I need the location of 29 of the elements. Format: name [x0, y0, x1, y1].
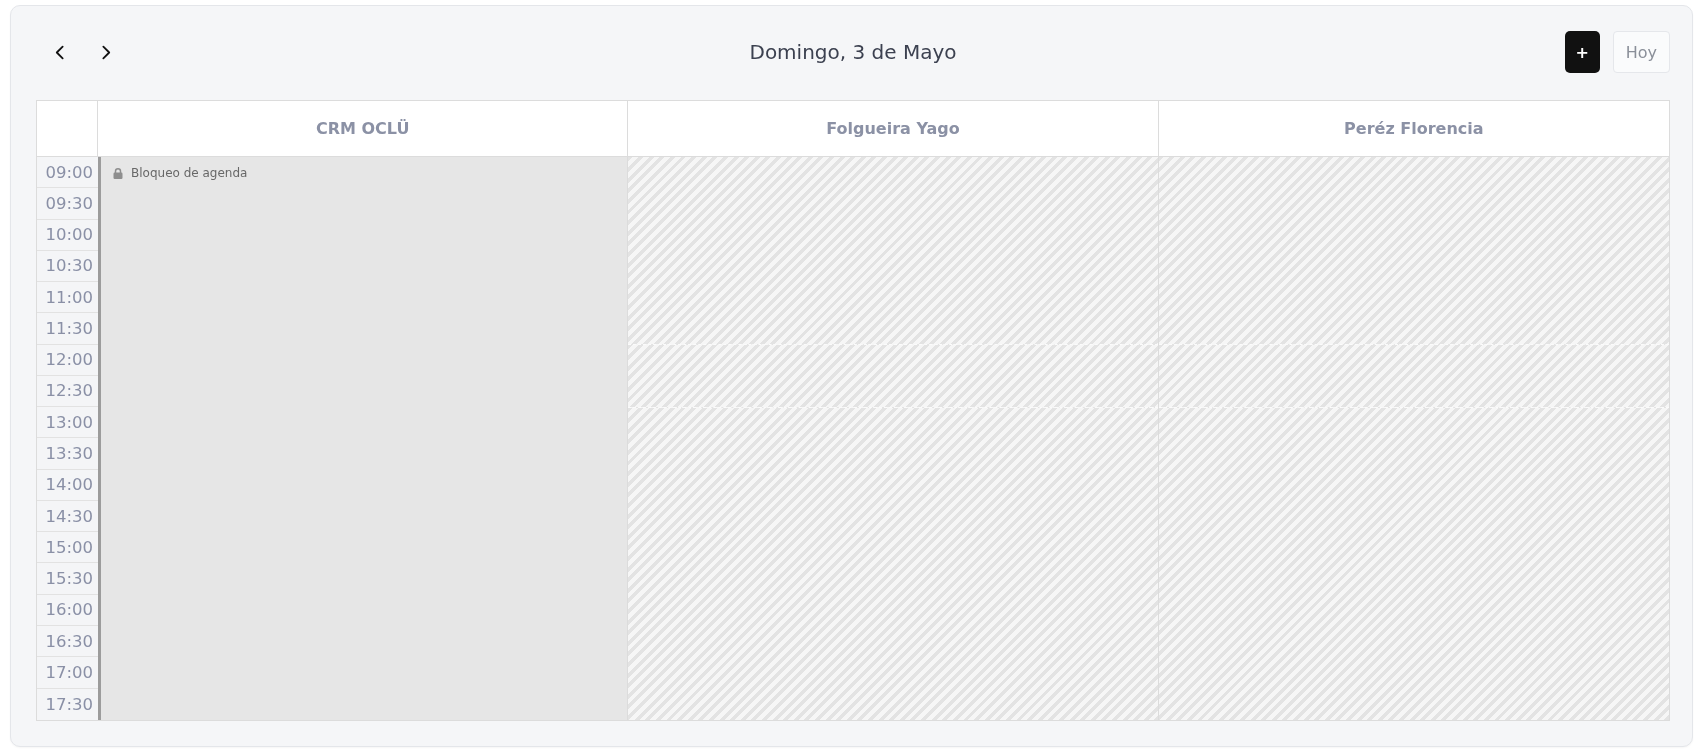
time-label: 12:30: [37, 375, 98, 408]
time-label: 12:00: [37, 344, 98, 376]
time-label: 16:30: [37, 626, 98, 658]
time-label: 16:00: [37, 594, 98, 626]
date-title: Domingo, 3 de Mayo: [749, 40, 957, 64]
time-label: 10:30: [37, 250, 98, 283]
time-label: 09:00: [37, 157, 98, 189]
time-label: 17:00: [37, 657, 98, 689]
chevron-right-icon: [101, 44, 111, 60]
time-label: 11:00: [37, 282, 98, 314]
column-header: CRM OCLÜ: [98, 101, 629, 156]
time-label: 15:30: [37, 563, 98, 595]
time-label: 14:00: [37, 469, 98, 501]
time-label: 15:00: [37, 532, 98, 564]
column-header: Folgueira Yago: [628, 101, 1159, 156]
time-label: 13:00: [37, 407, 98, 439]
time-label: 10:00: [37, 219, 98, 251]
time-label: 09:30: [37, 188, 98, 220]
today-button[interactable]: Hoy: [1612, 31, 1670, 73]
column-header: Peréz Florencia: [1343, 118, 1485, 140]
time-label: 17:30: [37, 688, 98, 720]
time-label: 14:30: [37, 500, 98, 533]
add-button[interactable]: +: [1564, 31, 1600, 73]
agenda-block-event[interactable]: Bloqueo de agenda: [98, 157, 628, 720]
event-title: Bloqueo de agenda: [131, 166, 248, 180]
chevron-left-icon: [54, 44, 64, 60]
time-label: 13:30: [37, 438, 98, 470]
time-label: 11:30: [37, 313, 98, 345]
lock-icon: [113, 167, 123, 179]
